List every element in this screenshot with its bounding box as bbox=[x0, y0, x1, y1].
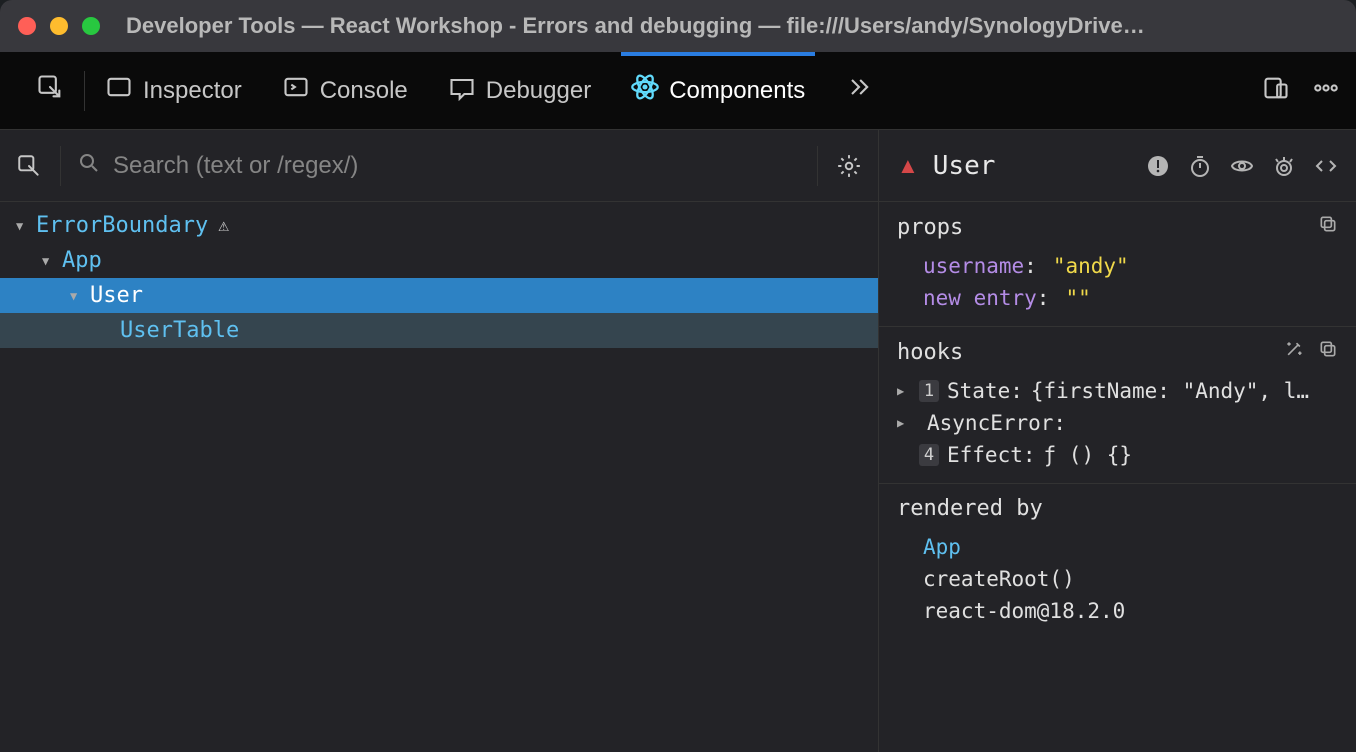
hook-name: AsyncError: bbox=[927, 411, 1066, 435]
tree-node-user[interactable]: ▼ User bbox=[0, 278, 878, 313]
tab-label: Components bbox=[669, 77, 805, 105]
prop-key: new entry bbox=[923, 286, 1037, 310]
rendered-by-link[interactable]: App bbox=[897, 531, 1338, 563]
prop-key: username bbox=[923, 254, 1024, 278]
view-source-button[interactable] bbox=[1314, 154, 1338, 178]
react-icon bbox=[631, 73, 659, 108]
rendered-by-item: createRoot() bbox=[897, 563, 1338, 595]
hook-value: ƒ () {} bbox=[1044, 443, 1133, 467]
inspector-icon bbox=[105, 73, 133, 108]
component-tree: ▼ ErrorBoundary ⚠ ▼ App ▼ User UserTable bbox=[0, 202, 878, 752]
devtools-tabs: Inspector Console Debugger Components bbox=[0, 52, 1356, 130]
console-icon bbox=[282, 73, 310, 108]
selected-component-name: User bbox=[933, 151, 1132, 181]
window-titlebar: Developer Tools — React Workshop - Error… bbox=[0, 0, 1356, 52]
hook-index-badge: 1 bbox=[919, 380, 939, 402]
window-controls bbox=[18, 17, 100, 35]
error-icon: ▲ bbox=[897, 153, 919, 179]
section-label: rendered by bbox=[897, 496, 1338, 521]
prop-value[interactable]: "andy" bbox=[1053, 254, 1129, 278]
component-name: UserTable bbox=[120, 318, 239, 343]
responsive-mode-button[interactable] bbox=[1262, 74, 1290, 107]
magic-wand-button[interactable] bbox=[1284, 339, 1304, 365]
rendered-by-item: react-dom@18.2.0 bbox=[897, 595, 1338, 627]
hook-index-badge: 4 bbox=[919, 444, 939, 466]
props-section: props username:"andy"new entry:"" bbox=[879, 202, 1356, 327]
component-name: User bbox=[90, 283, 143, 308]
rendered-by-section: rendered by AppcreateRoot()react-dom@18.… bbox=[879, 484, 1356, 639]
hook-value: {firstName: "Andy", l… bbox=[1031, 379, 1309, 403]
minimize-window-button[interactable] bbox=[50, 17, 68, 35]
tab-debugger[interactable]: Debugger bbox=[428, 52, 611, 130]
log-data-button[interactable] bbox=[1272, 154, 1296, 178]
tab-label: Inspector bbox=[143, 77, 242, 105]
expand-arrow-icon[interactable]: ▶ bbox=[897, 384, 911, 398]
search-input[interactable] bbox=[113, 152, 801, 180]
chevron-double-right-icon bbox=[845, 73, 873, 108]
timer-icon[interactable] bbox=[1188, 154, 1212, 178]
tabs-overflow-button[interactable] bbox=[825, 52, 893, 130]
tree-node-errorboundary[interactable]: ▼ ErrorBoundary ⚠ bbox=[0, 208, 878, 243]
settings-button[interactable] bbox=[834, 151, 864, 181]
warning-icon: ⚠ bbox=[218, 215, 229, 236]
expand-arrow-icon[interactable]: ▶ bbox=[897, 416, 911, 430]
section-label: props bbox=[897, 215, 1318, 240]
hook-row[interactable]: 4 Effect: ƒ () {} bbox=[897, 439, 1338, 471]
prop-row[interactable]: username:"andy" bbox=[897, 250, 1338, 282]
search-icon bbox=[77, 151, 101, 180]
copy-hooks-button[interactable] bbox=[1318, 339, 1338, 365]
suspend-button[interactable] bbox=[1146, 154, 1170, 178]
component-details-panel: ▲ User props username:"andy"new entry:"" bbox=[878, 130, 1356, 752]
select-element-button[interactable] bbox=[14, 151, 44, 181]
copy-props-button[interactable] bbox=[1318, 214, 1338, 240]
tree-toolbar bbox=[0, 130, 878, 202]
hook-name: State: bbox=[947, 379, 1023, 403]
expand-caret-icon[interactable]: ▼ bbox=[16, 219, 30, 233]
expand-caret-icon[interactable]: ▼ bbox=[70, 289, 84, 303]
hook-name: Effect: bbox=[947, 443, 1036, 467]
pick-element-button[interactable] bbox=[16, 52, 84, 130]
more-options-button[interactable] bbox=[1312, 74, 1340, 107]
component-name: ErrorBoundary bbox=[36, 213, 208, 238]
tab-console[interactable]: Console bbox=[262, 52, 428, 130]
tree-node-usertable[interactable]: UserTable bbox=[0, 313, 878, 348]
cursor-select-icon bbox=[36, 73, 64, 108]
window-title: Developer Tools — React Workshop - Error… bbox=[126, 13, 1145, 39]
debugger-icon bbox=[448, 73, 476, 108]
divider bbox=[817, 146, 818, 186]
prop-value[interactable]: "" bbox=[1065, 286, 1090, 310]
component-tree-panel: ▼ ErrorBoundary ⚠ ▼ App ▼ User UserTable bbox=[0, 130, 878, 752]
hooks-section: hooks ▶ 1 State: {firstName: "Andy", l… ▶ Asy… bbox=[879, 327, 1356, 484]
tab-label: Debugger bbox=[486, 77, 591, 105]
inspect-dom-button[interactable] bbox=[1230, 154, 1254, 178]
close-window-button[interactable] bbox=[18, 17, 36, 35]
maximize-window-button[interactable] bbox=[82, 17, 100, 35]
tab-inspector[interactable]: Inspector bbox=[85, 52, 262, 130]
tree-node-app[interactable]: ▼ App bbox=[0, 243, 878, 278]
prop-row[interactable]: new entry:"" bbox=[897, 282, 1338, 314]
component-name: App bbox=[62, 248, 102, 273]
hook-row[interactable]: ▶ 1 State: {firstName: "Andy", l… bbox=[897, 375, 1338, 407]
tab-components[interactable]: Components bbox=[611, 52, 825, 130]
hook-row[interactable]: ▶ AsyncError: bbox=[897, 407, 1338, 439]
details-header: ▲ User bbox=[879, 130, 1356, 202]
expand-caret-icon[interactable]: ▼ bbox=[42, 254, 56, 268]
section-label: hooks bbox=[897, 340, 1284, 365]
search-box bbox=[77, 151, 801, 180]
divider bbox=[60, 146, 61, 186]
tab-label: Console bbox=[320, 77, 408, 105]
